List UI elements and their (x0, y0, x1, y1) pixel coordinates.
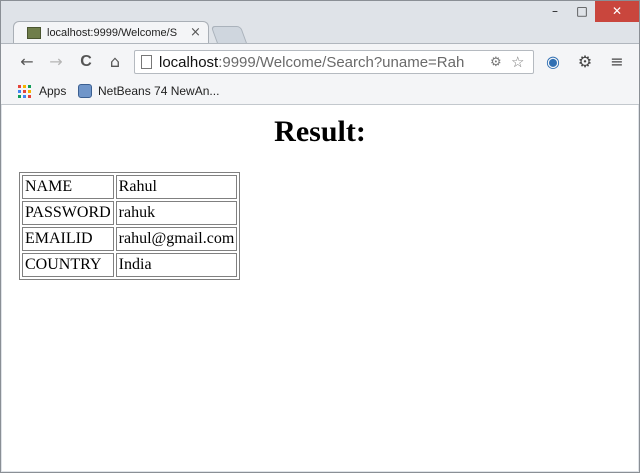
apps-grid-icon[interactable] (18, 85, 31, 98)
table-row: COUNTRY India (22, 253, 238, 277)
apps-bookmark[interactable]: Apps (39, 84, 66, 98)
url-text: localhost:9999/Welcome/Search?uname=Rahu… (159, 54, 464, 71)
forward-arrow-icon[interactable]: → (46, 52, 66, 72)
bookmarks-bar: Apps NetBeans 74 NewAn... (1, 80, 639, 105)
table-row: NAME Rahul (22, 175, 238, 199)
apps-dot (28, 85, 31, 88)
browser-window: localhost:9999/Welcome/S × – □ ✕ ← → C ⌂… (0, 0, 640, 473)
field-value: Rahul (115, 175, 238, 199)
field-label: EMAILID (22, 227, 114, 251)
result-table: NAME Rahul PASSWORD rahuk EMAILID rahul@gmail… (19, 172, 241, 280)
result-heading: Result: (274, 115, 366, 148)
back-arrow-icon[interactable]: ← (17, 52, 37, 72)
page-favicon-icon (27, 27, 41, 39)
tab-title: localhost:9999/Welcome/S (47, 27, 178, 39)
apps-dot (28, 95, 31, 98)
minimize-button[interactable]: – (541, 1, 569, 22)
url-host: localhost (159, 54, 219, 71)
settings-gear-icon[interactable]: ⚙ (575, 52, 595, 72)
field-value: India (115, 253, 238, 277)
table-row: EMAILID rahul@gmail.com (22, 227, 238, 251)
bookmark-star-icon[interactable]: ☆ (511, 53, 524, 71)
field-label: NAME (22, 175, 114, 199)
url-path: :9999/Welcome/Search?uname=Rahul (218, 54, 464, 71)
result-table-body: NAME Rahul PASSWORD rahuk EMAILID rahul@gmail… (22, 175, 238, 277)
extension-icon[interactable]: ⚙ (490, 55, 502, 70)
home-icon[interactable]: ⌂ (105, 52, 125, 72)
apps-dot (28, 90, 31, 93)
field-value: rahuk (115, 201, 238, 225)
close-window-button[interactable]: ✕ (595, 1, 639, 22)
field-label: PASSWORD (22, 201, 114, 225)
tab-close-icon[interactable]: × (190, 25, 201, 40)
browser-tab[interactable]: localhost:9999/Welcome/S × (13, 21, 209, 45)
page-icon (141, 55, 152, 69)
apps-dot (18, 90, 21, 93)
apps-dot (18, 85, 21, 88)
apps-dot (18, 95, 21, 98)
page-content: Result: NAME Rahul PASSWORD rahuk EMAILID rah… (2, 105, 638, 471)
field-label: COUNTRY (22, 253, 114, 277)
apps-dot (23, 95, 26, 98)
reload-icon[interactable]: C (76, 52, 96, 72)
field-value: rahul@gmail.com (115, 227, 238, 251)
navigation-toolbar: ← → C ⌂ localhost:9999/Welcome/Search?un… (1, 43, 639, 80)
globe-icon[interactable]: ◉ (543, 52, 563, 72)
netbeans-bookmark[interactable]: NetBeans 74 NewAn... (98, 84, 219, 98)
apps-dot (23, 85, 26, 88)
maximize-button[interactable]: □ (569, 1, 595, 22)
title-bar: localhost:9999/Welcome/S × – □ ✕ (1, 1, 639, 45)
menu-icon[interactable]: ≡ (607, 52, 627, 72)
new-tab-button[interactable] (210, 26, 248, 44)
address-bar[interactable]: localhost:9999/Welcome/Search?uname=Rahu… (134, 50, 534, 74)
netbeans-bookmark-icon (78, 84, 92, 98)
table-row: PASSWORD rahuk (22, 201, 238, 225)
apps-dot (23, 90, 26, 93)
